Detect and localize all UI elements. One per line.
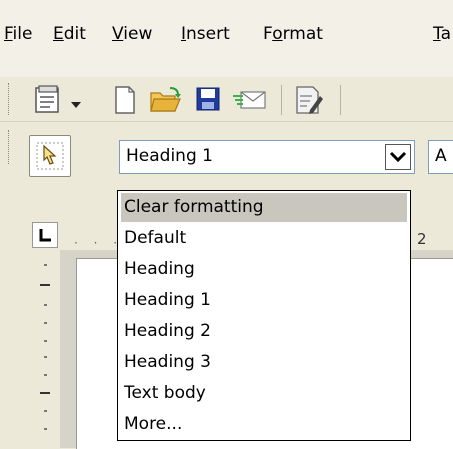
ruler-tick [44, 356, 47, 358]
dropdown-option-default[interactable]: Default [121, 224, 407, 253]
ruler-ticks: · · · [74, 236, 124, 250]
ruler-tick [44, 428, 47, 430]
paragraph-style-value: Heading 1 [126, 146, 213, 166]
paragraph-style-dropdown: Clear formatting Default Heading Heading… [117, 190, 411, 441]
tab-stop-selector[interactable] [32, 222, 58, 248]
font-name-combobox[interactable]: A [428, 140, 453, 174]
blank-page-icon[interactable] [112, 85, 138, 115]
new-dropdown-arrow-icon[interactable] [70, 95, 82, 108]
standard-toolbar [0, 77, 453, 121]
ruler-tick [40, 392, 50, 394]
open-folder-icon[interactable] [148, 85, 182, 115]
dropdown-option-heading-1[interactable]: Heading 1 [121, 286, 407, 315]
ruler-tick [44, 304, 47, 306]
menu-format[interactable]: Format [263, 24, 323, 44]
ruler-number: 2 [417, 230, 427, 248]
toolbar-separator [281, 85, 282, 115]
font-name-value: A [435, 146, 447, 166]
menu-table[interactable]: Ta [433, 24, 451, 44]
menu-bar: File Edit View Insert Format Ta [0, 0, 453, 77]
ruler-tick [44, 340, 47, 342]
menu-edit[interactable]: Edit [53, 24, 86, 44]
dropdown-option-heading[interactable]: Heading [121, 255, 407, 284]
ruler-tick [44, 374, 47, 376]
dropdown-option-heading-2[interactable]: Heading 2 [121, 317, 407, 346]
ruler-tick [44, 322, 47, 324]
toolbar-grip[interactable] [8, 130, 12, 164]
dropdown-option-text-body[interactable]: Text body [121, 379, 407, 408]
vertical-ruler[interactable] [30, 256, 60, 448]
toolbar-separator [340, 85, 341, 115]
save-icon[interactable] [195, 86, 221, 112]
menu-file[interactable]: File [4, 24, 32, 44]
left-tab-icon [39, 229, 51, 242]
chevron-down-icon[interactable] [385, 144, 411, 170]
dropdown-option-heading-3[interactable]: Heading 3 [121, 348, 407, 377]
menu-view[interactable]: View [112, 24, 152, 44]
ruler-tick [44, 264, 47, 266]
ruler-tick [44, 410, 47, 412]
menu-insert[interactable]: Insert [181, 24, 230, 44]
toolbar-grip[interactable] [8, 83, 12, 115]
ruler-tick [40, 284, 50, 286]
dropdown-option-clear-formatting[interactable]: Clear formatting [121, 193, 407, 222]
new-document-icon[interactable] [30, 84, 66, 116]
dropdown-option-more[interactable]: More... [121, 410, 407, 439]
paragraph-style-combobox[interactable]: Heading 1 [119, 140, 415, 174]
styles-pointer-icon [36, 142, 64, 170]
edit-file-icon[interactable] [293, 84, 325, 116]
styles-formatting-button[interactable] [29, 135, 71, 177]
email-document-icon[interactable] [233, 88, 267, 112]
